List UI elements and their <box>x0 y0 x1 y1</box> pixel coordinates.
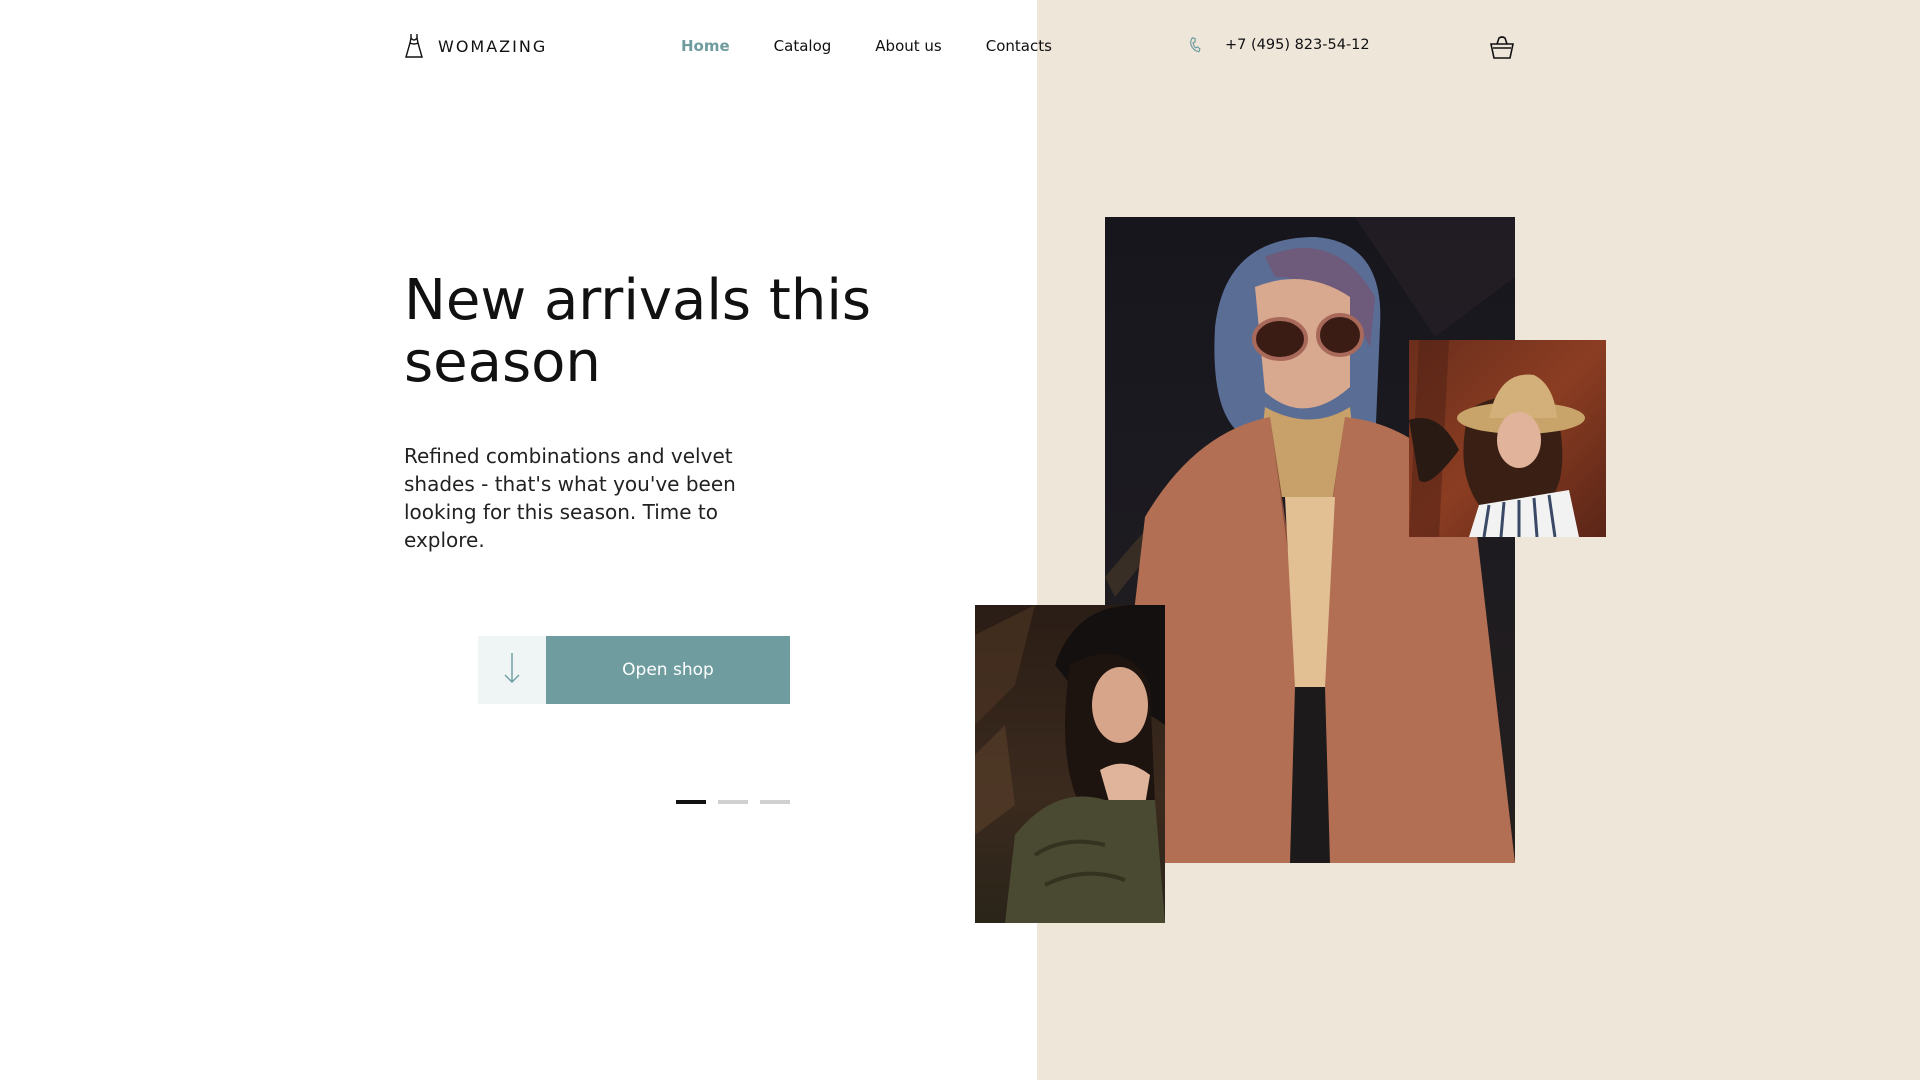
phone-contact[interactable]: +7 (495) 823-54-12 <box>1187 37 1370 53</box>
site-header: WOMAZING Home Catalog About us Contacts … <box>0 0 1920 96</box>
nav-item-contacts[interactable]: Contacts <box>986 37 1052 55</box>
hero-secondary-photo-hands <box>975 605 1165 923</box>
hero-main-photo <box>1105 217 1515 863</box>
nav-item-about-us[interactable]: About us <box>875 37 941 55</box>
phone-icon <box>1187 37 1203 53</box>
open-shop-button[interactable]: Open shop <box>546 636 790 704</box>
hero-secondary-photo-hat <box>1409 340 1606 537</box>
slider-dot-1[interactable] <box>676 800 706 804</box>
slider-dot-2[interactable] <box>718 800 748 804</box>
shopping-basket-icon <box>1489 34 1515 60</box>
scroll-down-button[interactable] <box>478 636 546 704</box>
dress-icon <box>404 33 424 59</box>
cart-button[interactable] <box>1489 34 1515 60</box>
hero-subtitle: Refined combinations and velvet shades -… <box>404 444 736 552</box>
slider-dot-3[interactable] <box>760 800 790 804</box>
hero-title: New arrivals this season <box>404 268 872 395</box>
arrow-down-icon <box>502 651 522 689</box>
nav-item-home[interactable]: Home <box>681 37 730 55</box>
phone-number: +7 (495) 823-54-12 <box>1225 37 1370 53</box>
main-nav: Home Catalog About us Contacts <box>681 37 1052 55</box>
slider-pagination <box>676 800 790 804</box>
brand-name: WOMAZING <box>438 36 548 56</box>
nav-item-catalog[interactable]: Catalog <box>774 37 832 55</box>
logo[interactable]: WOMAZING <box>404 33 547 59</box>
